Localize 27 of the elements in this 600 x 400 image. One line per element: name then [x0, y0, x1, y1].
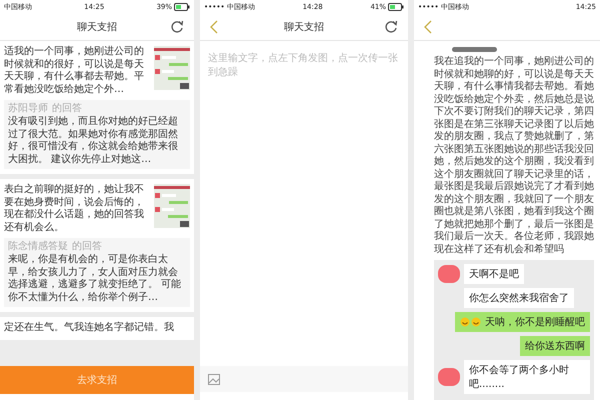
chat-bubble: 给你送东西啊 [520, 336, 590, 356]
question-text[interactable]: 表白之前聊的挺好的，她让我不要在她身费时间，说会后悔的，现在都没什么话题，她的回答我还有机会么。 [4, 184, 150, 234]
message-input[interactable]: 这里输文字，点左下角发图，点一次传一张到急躁 [200, 41, 408, 366]
refresh-icon[interactable] [170, 20, 184, 34]
redacted-name [452, 47, 497, 52]
chat-bubble: 你怎么突然来我宿舍了 [464, 288, 574, 308]
page-title: 聊天支招 [77, 20, 117, 34]
answer-panel[interactable]: 苏阳导师 的回答 没有吸引到她，而且你对她的好已经超过了很大范。如果她对你有感觉那固然好，很可惜没有，你这就会给她带来很大困扰。 建议你先停止对她这… [4, 100, 190, 169]
battery-icon [388, 3, 404, 11]
chat-bubble: 你不会等了两个多小时吧........ [464, 360, 590, 394]
question-text[interactable]: 适我的一个同事，她刚进公司的时候就和的很好，可以说是每天天天聊，有什么事都去帮她。平常看她没吃饭给她定个外… [4, 46, 150, 96]
image-icon[interactable] [208, 374, 220, 384]
chat-thumbnail-drawing[interactable] [154, 46, 190, 90]
answer-label: 的回答 [72, 241, 102, 253]
refresh-icon[interactable] [384, 20, 398, 34]
answer-author: 苏阳导师 [8, 103, 48, 115]
answer-author: 陈念情感答疑 [8, 241, 68, 253]
chat-bubble: 天啊不是吧 [464, 264, 524, 284]
answer-panel[interactable]: 陈念情感答疑 的回答 来呢，你是有机会的，可是你表白太早，给女孩儿力了，女人面对压力就会选择逃避，逃避多了就变拒绝了。 可能你不太懂为什么，给你举个例子… [4, 238, 190, 307]
chat-thumbnail-drawing[interactable] [154, 184, 190, 228]
post-body-text: 我在追我的一个同事，她刚进公司的时候就和她聊的好，可以说是每天天天聊，有什么事情我都去帮她。看她没吃饭给她定个外卖，然后她总是说下次不要订附我们的聊天记录，第四张图是在第三张聊天记录图了以后她发的朋友圈，我点了赞她就删了，第六张图第五张图她说的那些话我没回她，然后她发的这个朋圈，我没看到这个朋友圈就回了聊天记录里的话，最张图是我最后跟她说完了才看到她发的这个朋友圈，我就回了一个朋友圈也就是第八张图，她看到我这个圈了她就把她那个删了，最后一张图是我们最后一次天。各位老师，我跟她现在这样了还有机会和希望吗 [434, 56, 594, 256]
answer-text: 来呢，你是有机会的，可是你表白太早，给女孩儿力了，女人面对压力就会选择逃避，逃避多了就变拒绝了。 可能你不太懂为什么，给你举个例子… [8, 254, 182, 304]
answer-text: 没有吸引到她，而且你对她的好已经超过了很大范。如果她对你有感觉那固然好，很可惜没有，你这就会给她带来很大困扰。 建议你先停止对她这… [8, 116, 179, 166]
page-title: 聊天支招 [284, 20, 324, 34]
answer-label: 的回答 [52, 103, 82, 115]
chat-bubble: 天呐，你不是刚睡醒吧 [455, 312, 590, 332]
battery-icon [174, 3, 190, 11]
